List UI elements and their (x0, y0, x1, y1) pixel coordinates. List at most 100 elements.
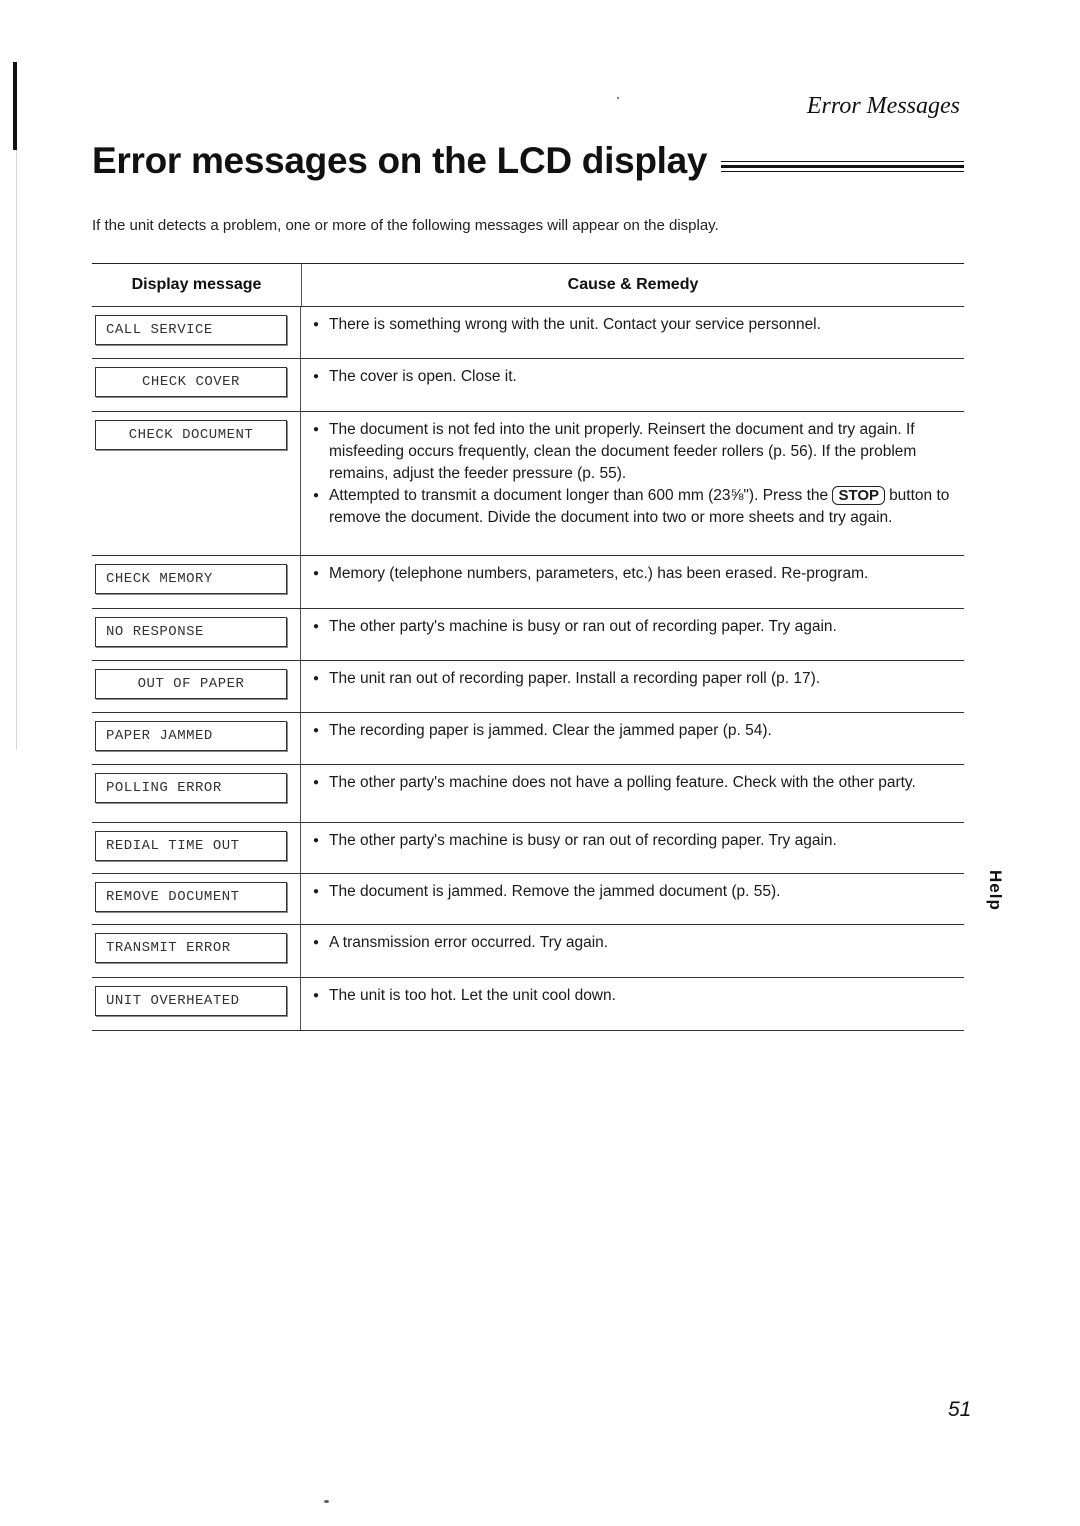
cause-item: ● The other party's machine does not have… (313, 772, 956, 794)
cause-text: The document is jammed. Remove the jamme… (323, 881, 956, 903)
cause-text: The document is not fed into the unit pr… (323, 419, 956, 485)
display-message-cell: NO RESPONSE (92, 609, 301, 660)
table-row: CALL SERVICE ● There is something wrong wi… (92, 307, 964, 359)
cause-text-span: The document is not fed into the unit pr… (329, 421, 917, 482)
bullet-dot-icon: ● (313, 490, 320, 501)
cause-text: The other party's machine is busy or ran… (323, 616, 956, 638)
display-message-cell: UNIT OVERHEATED (92, 978, 301, 1030)
bullet-dot-icon: ● (313, 990, 320, 1001)
cause-text-span: The document is jammed. Remove the jamme… (329, 883, 781, 900)
cause-text: Memory (telephone numbers, parameters, e… (323, 563, 956, 585)
table-header: Display message Cause & Remedy (92, 264, 964, 307)
display-message-cell: POLLING ERROR (92, 765, 301, 822)
bullet-dot-icon: ● (313, 777, 320, 788)
bullet-dot-icon: ● (313, 621, 320, 632)
scan-speck (324, 1500, 329, 1503)
display-message-cell: CHECK COVER (92, 359, 301, 411)
bullet-dot-icon: ● (313, 568, 320, 579)
page-title: Error messages on the LCD display (92, 140, 708, 181)
lcd-message: REMOVE DOCUMENT (95, 882, 287, 912)
lcd-message: CHECK MEMORY (95, 564, 287, 594)
bullet-dot-icon: ● (313, 673, 320, 684)
lcd-message: CHECK DOCUMENT (95, 420, 287, 450)
cause-text: The unit is too hot. Let the unit cool d… (323, 985, 956, 1007)
bullet-dot-icon: ● (313, 319, 320, 330)
cause-text-span: The unit ran out of recording paper. Ins… (329, 670, 821, 687)
display-message-cell: CALL SERVICE (92, 307, 301, 358)
cause-item: ● The other party's machine is busy or ra… (313, 830, 956, 852)
cause-text: There is something wrong with the unit. … (323, 314, 956, 336)
cause-text-span: Attempted to transmit a document longer … (329, 487, 829, 504)
table-row: REDIAL TIME OUT ● The other party's machin… (92, 823, 964, 874)
cause-text: The recording paper is jammed. Clear the… (323, 720, 956, 742)
cause-text-span: The other party's machine does not have … (329, 774, 916, 791)
cause-text-span: The cover is open. Close it. (329, 368, 517, 385)
cause-item: ● The unit is too hot. Let the unit cool … (313, 985, 956, 1007)
cause-item: ● The other party's machine is busy or ra… (313, 616, 956, 638)
cause-remedy-cell: ● The unit ran out of recording paper. In… (301, 661, 964, 712)
intro-text: If the unit detects a problem, one or mo… (92, 217, 719, 234)
cause-remedy-cell: ● There is something wrong with the unit.… (301, 307, 964, 358)
column-header-display-message: Display message (92, 264, 302, 306)
page-number: 51 (948, 1398, 972, 1421)
lcd-message: TRANSMIT ERROR (95, 933, 287, 963)
table-row: UNIT OVERHEATED ● The unit is too hot. Let… (92, 978, 964, 1031)
cause-text: Attempted to transmit a document longer … (323, 485, 956, 529)
stop-key-icon: STOP (832, 486, 886, 505)
display-message-cell: CHECK DOCUMENT (92, 412, 301, 555)
lcd-message: NO RESPONSE (95, 617, 287, 647)
cause-remedy-cell: ● Memory (telephone numbers, parameters, … (301, 556, 964, 608)
side-tab-help: Help (986, 870, 1005, 911)
cause-remedy-cell: ● The recording paper is jammed. Clear th… (301, 713, 964, 764)
cause-item: ● The recording paper is jammed. Clear th… (313, 720, 956, 742)
page-title-block: Error messages on the LCD display (92, 140, 964, 182)
display-message-cell: TRANSMIT ERROR (92, 925, 301, 977)
bullet-dot-icon: ● (313, 937, 320, 948)
bullet-dot-icon: ● (313, 886, 320, 897)
bullet-dot-icon: ● (313, 371, 320, 382)
cause-remedy-cell: ● The document is jammed. Remove the jamm… (301, 874, 964, 924)
bullet-dot-icon: ● (313, 835, 320, 846)
cause-remedy-cell: ● The unit is too hot. Let the unit cool … (301, 978, 964, 1030)
binder-mark (13, 62, 17, 150)
scan-speck (617, 97, 619, 99)
bullet-dot-icon: ● (313, 424, 320, 435)
lcd-message: UNIT OVERHEATED (95, 986, 287, 1016)
table-row: POLLING ERROR ● The other party's machine … (92, 765, 964, 823)
cause-item: ● The unit ran out of recording paper. In… (313, 668, 956, 690)
cause-text-span: The recording paper is jammed. Clear the… (329, 722, 772, 739)
lcd-message: PAPER JAMMED (95, 721, 287, 751)
lcd-message: CHECK COVER (95, 367, 287, 397)
display-message-cell: PAPER JAMMED (92, 713, 301, 764)
section-title: Error Messages (806, 93, 960, 119)
lcd-message: REDIAL TIME OUT (95, 831, 287, 861)
table-row: CHECK COVER ● The cover is open. Close it. (92, 359, 964, 412)
table-body: CALL SERVICE ● There is something wrong wi… (92, 307, 964, 1031)
cause-item: ● The document is not fed into the unit p… (313, 419, 956, 485)
cause-text: A transmission error occurred. Try again… (323, 932, 956, 954)
cause-remedy-cell: ● The cover is open. Close it. (301, 359, 964, 411)
table-row: OUT OF PAPER ● The unit ran out of recordi… (92, 661, 964, 713)
cause-remedy-cell: ● The document is not fed into the unit p… (301, 412, 964, 555)
table-row: REMOVE DOCUMENT ● The document is jammed. … (92, 874, 964, 925)
column-header-cause-remedy: Cause & Remedy (567, 276, 699, 293)
cause-item: ● Attempted to transmit a document longer… (313, 485, 956, 529)
cause-item: ● The cover is open. Close it. (313, 366, 956, 388)
table-row: CHECK MEMORY ● Memory (telephone numbers, … (92, 556, 964, 609)
title-rule (721, 160, 964, 172)
scan-edge-line (16, 150, 17, 750)
bullet-dot-icon: ● (313, 725, 320, 736)
lcd-message: POLLING ERROR (95, 773, 287, 803)
cause-text-span: Memory (telephone numbers, parameters, e… (329, 565, 869, 582)
cause-text-span: The unit is too hot. Let the unit cool d… (329, 987, 616, 1004)
cause-text-span: A transmission error occurred. Try again… (329, 934, 609, 951)
cause-remedy-cell: ● The other party's machine does not have… (301, 765, 964, 822)
cause-text-span: The other party's machine is busy or ran… (329, 832, 837, 849)
cause-text: The other party's machine does not have … (323, 772, 956, 794)
cause-item: ● The document is jammed. Remove the jamm… (313, 881, 956, 903)
cause-remedy-cell: ● The other party's machine is busy or ra… (301, 823, 964, 873)
display-message-cell: CHECK MEMORY (92, 556, 301, 608)
table-row: TRANSMIT ERROR ● A transmission error occu… (92, 925, 964, 978)
display-message-cell: OUT OF PAPER (92, 661, 301, 712)
table-row: PAPER JAMMED ● The recording paper is jamm… (92, 713, 964, 765)
